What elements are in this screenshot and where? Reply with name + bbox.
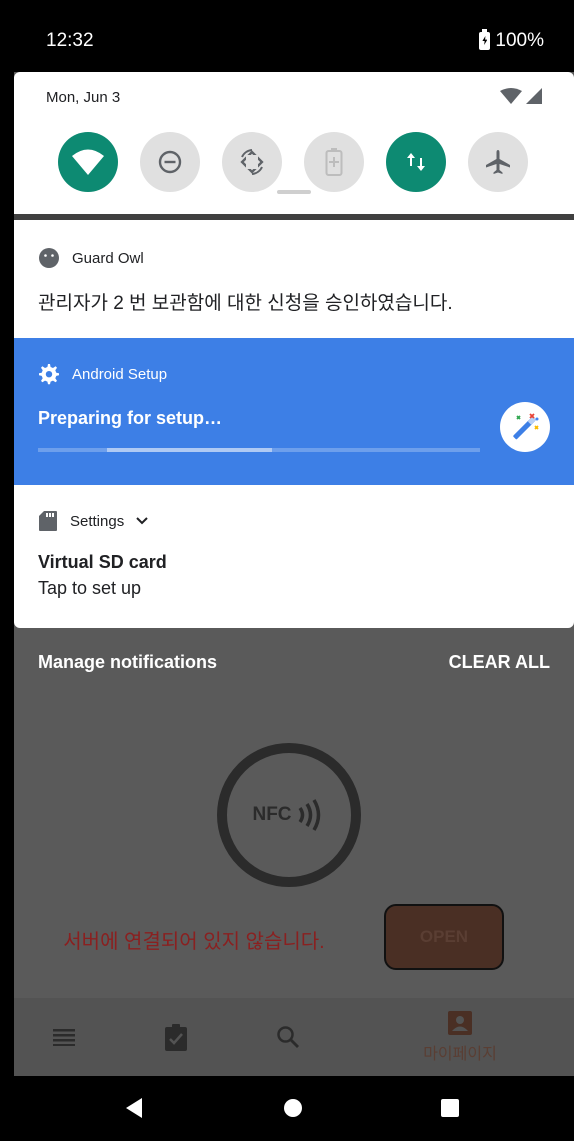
progress-indicator	[107, 448, 272, 452]
auto-rotate-icon	[240, 149, 264, 175]
qs-tiles	[58, 132, 528, 192]
battery-saver-icon	[325, 148, 343, 176]
android-screen: 12:32 100% Mon, Jun 3 Guard Owl 관리자가 2 번…	[14, 0, 574, 1141]
qs-tile-dnd[interactable]	[140, 132, 200, 192]
server-status-message: 서버에 연결되어 있지 않습니다.	[63, 931, 325, 953]
notification-app-name: Guard Owl	[72, 249, 144, 267]
sd-card-icon	[39, 511, 57, 531]
nav-item-checklist[interactable]	[154, 998, 198, 1076]
setup-progress-bar	[38, 448, 480, 452]
back-icon[interactable]	[122, 1096, 146, 1120]
notification-footer: Manage notifications CLEAR ALL	[14, 628, 574, 698]
status-time: 12:32	[46, 30, 94, 51]
notification-header: Android Setup	[38, 363, 167, 385]
notification-title: Virtual SD card	[38, 552, 167, 572]
notification-app-name: Settings	[70, 512, 125, 530]
qs-tile-battery-saver[interactable]	[304, 132, 364, 192]
nfc-button[interactable]: NFC	[217, 743, 361, 887]
open-button[interactable]: OPEN	[384, 904, 504, 970]
airplane-mode-icon	[486, 150, 510, 174]
battery-status: 100%	[479, 29, 544, 52]
clear-all-button[interactable]: CLEAR ALL	[449, 652, 550, 673]
wifi-icon	[72, 149, 104, 175]
battery-percent: 100%	[495, 30, 544, 51]
qs-date: Mon, Jun 3	[46, 89, 121, 106]
menu-icon	[53, 1029, 75, 1046]
notification-header: Settings	[38, 510, 148, 532]
gear-icon	[39, 364, 59, 385]
notification-subtitle: Tap to set up	[38, 578, 142, 598]
notification-guard-owl[interactable]: Guard Owl 관리자가 2 번 보관함에 대한 신청을 승인하였습니다.	[14, 220, 574, 338]
notification-text: 관리자가 2 번 보관함에 대한 신청을 승인하였습니다.	[38, 293, 453, 314]
nfc-label: NFC	[252, 804, 292, 825]
battery-charging-icon	[479, 29, 491, 50]
bottom-navigation: 마이페이지	[14, 998, 574, 1076]
do-not-disturb-icon	[158, 150, 182, 174]
nav-item-menu[interactable]	[42, 998, 86, 1076]
notification-app-name: Android Setup	[72, 365, 168, 383]
nav-item-mypage[interactable]: 마이페이지	[400, 998, 520, 1076]
mobile-data-icon	[407, 153, 425, 171]
manage-notifications-button[interactable]: Manage notifications	[38, 652, 217, 673]
nfc-waves-icon	[298, 799, 320, 831]
notification-settings-sd-card[interactable]: Settings Virtual SD card Tap to set up	[14, 485, 574, 628]
qs-tile-mobile-data[interactable]	[386, 132, 446, 192]
notification-title: Preparing for setup…	[38, 408, 223, 428]
home-icon[interactable]	[284, 1099, 302, 1117]
qs-tile-rotate[interactable]	[222, 132, 282, 192]
qs-tile-wifi[interactable]	[58, 132, 118, 192]
system-navigation-bar	[14, 1076, 574, 1141]
magic-wand-icon	[500, 402, 550, 452]
search-icon	[277, 1026, 299, 1048]
android-app-icon	[39, 248, 59, 268]
recents-icon[interactable]	[441, 1099, 459, 1117]
notification-android-setup[interactable]: Android Setup Preparing for setup…	[14, 338, 574, 485]
clipboard-check-icon	[165, 1024, 187, 1051]
qs-drag-handle[interactable]	[277, 190, 311, 194]
notification-header: Guard Owl	[38, 247, 144, 269]
nav-item-search[interactable]	[266, 998, 310, 1076]
quick-settings-panel: Mon, Jun 3	[14, 72, 574, 214]
qs-tile-airplane[interactable]	[468, 132, 528, 192]
chevron-down-icon[interactable]	[136, 517, 148, 525]
nav-mypage-label: 마이페이지	[423, 1046, 497, 1063]
status-bar: 12:32 100%	[14, 0, 574, 72]
wifi-cell-signal-icon	[500, 88, 542, 104]
account-box-icon	[448, 1011, 472, 1035]
